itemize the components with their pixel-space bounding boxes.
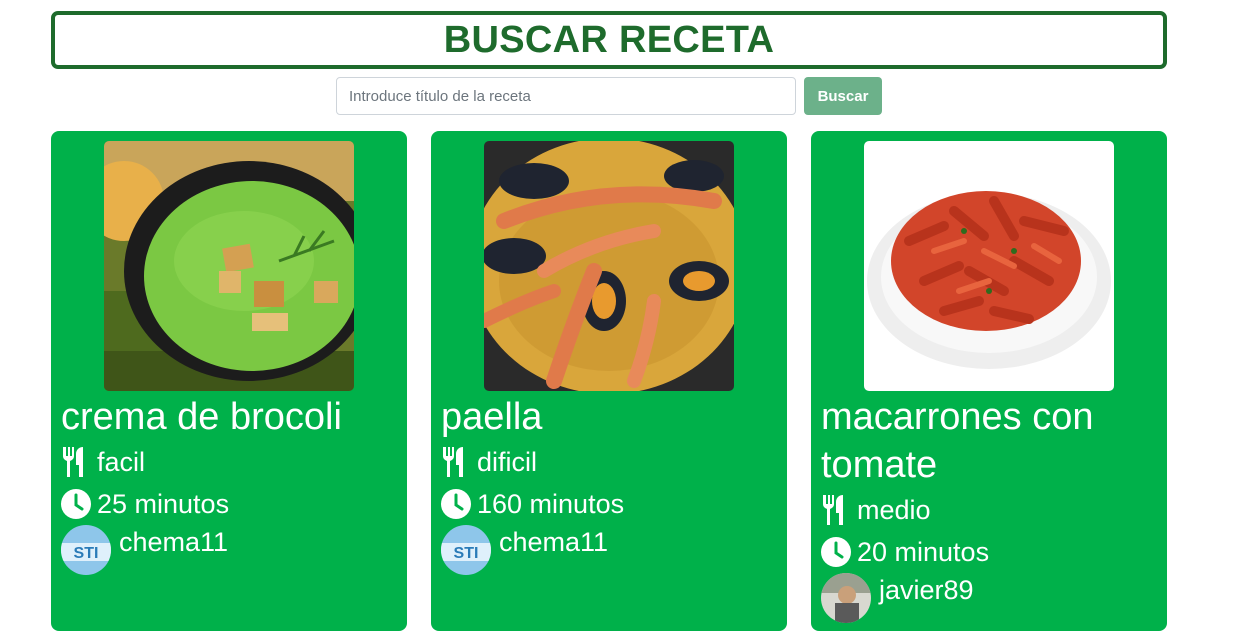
username[interactable]: javier89: [879, 573, 974, 607]
username[interactable]: chema11: [119, 525, 228, 559]
recipe-card[interactable]: crema de brocoli facil 25 minutos STI ch…: [51, 131, 407, 631]
time-row: 160 minutos: [441, 483, 777, 525]
recipe-image[interactable]: [484, 141, 734, 391]
difficulty-label: facil: [97, 446, 146, 477]
recipe-title[interactable]: paella: [441, 393, 777, 441]
utensils-icon: [441, 446, 471, 478]
utensils-icon: [61, 446, 91, 478]
svg-text:STI: STI: [454, 545, 479, 562]
page-title-box: BUSCAR RECETA: [51, 11, 1167, 69]
time-label: 160 minutos: [477, 488, 625, 519]
difficulty-row: facil: [61, 441, 397, 483]
time-label: 25 minutos: [97, 488, 230, 519]
username[interactable]: chema11: [499, 525, 608, 559]
user-row[interactable]: javier89: [821, 573, 1157, 623]
search-input[interactable]: [336, 77, 796, 115]
difficulty-row: dificil: [441, 441, 777, 483]
difficulty-label: medio: [857, 494, 931, 525]
time-label: 20 minutos: [857, 536, 990, 567]
avatar[interactable]: STI: [61, 525, 111, 575]
user-row[interactable]: STI chema11: [61, 525, 397, 575]
recipe-card[interactable]: paella dificil 160 minutos STI chema11: [431, 131, 787, 631]
user-row[interactable]: STI chema11: [441, 525, 777, 575]
time-row: 20 minutos: [821, 531, 1157, 573]
search-button[interactable]: Buscar: [804, 77, 882, 115]
recipe-title[interactable]: macarrones con tomate: [821, 393, 1157, 489]
difficulty-row: medio: [821, 489, 1157, 531]
avatar[interactable]: STI: [441, 525, 491, 575]
clock-icon: [821, 536, 851, 568]
recipe-card[interactable]: macarrones con tomate medio 20 minutos j…: [811, 131, 1167, 631]
clock-icon: [441, 488, 471, 520]
clock-icon: [61, 488, 91, 520]
recipe-title[interactable]: crema de brocoli: [61, 393, 397, 441]
utensils-icon: [821, 494, 851, 526]
difficulty-label: dificil: [477, 446, 538, 477]
recipe-image[interactable]: [864, 141, 1114, 391]
time-row: 25 minutos: [61, 483, 397, 525]
recipe-image[interactable]: [104, 141, 354, 391]
svg-text:STI: STI: [74, 545, 99, 562]
page-title: BUSCAR RECETA: [443, 19, 775, 61]
avatar[interactable]: [821, 573, 871, 623]
